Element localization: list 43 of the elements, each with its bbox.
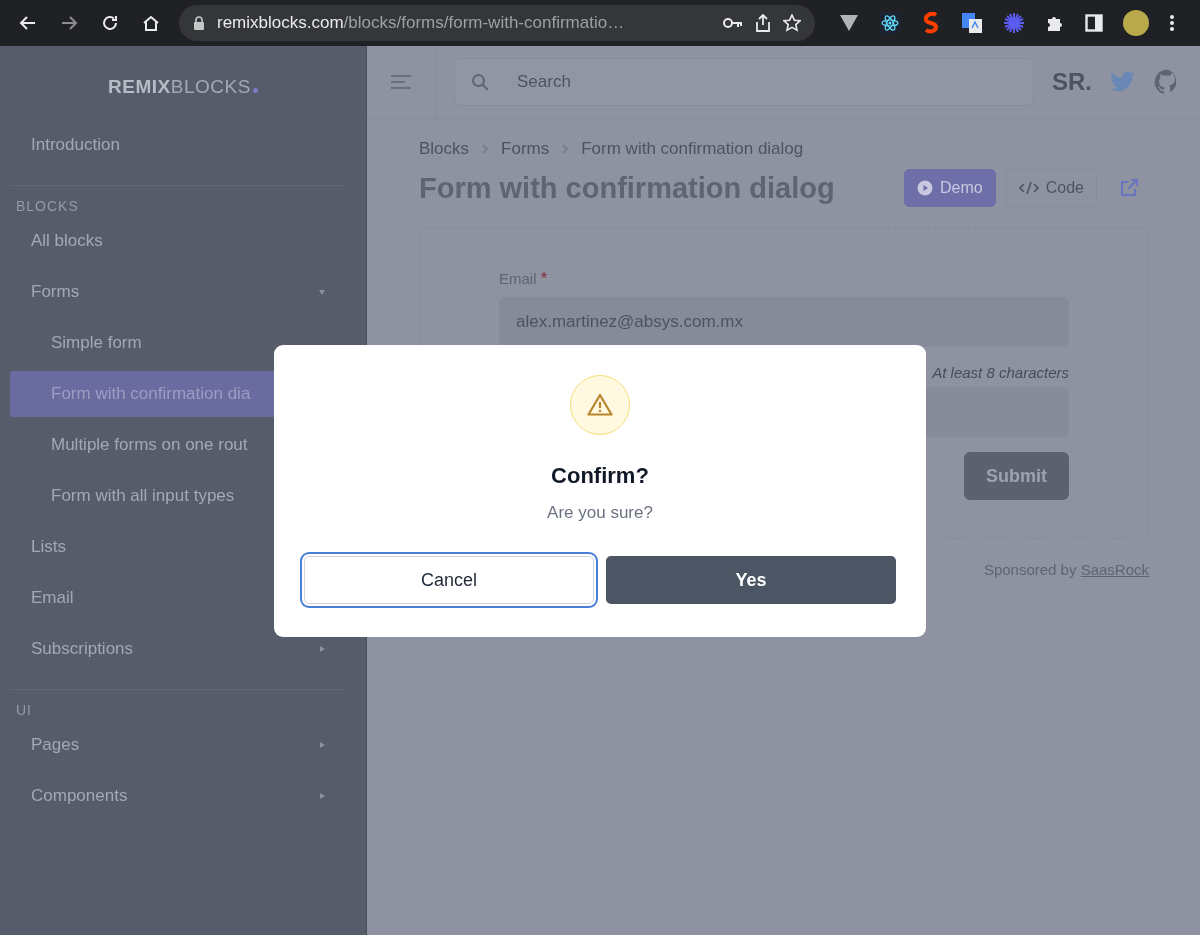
v-logo-icon[interactable] bbox=[839, 14, 859, 32]
avatar-icon[interactable] bbox=[1123, 10, 1149, 36]
section-heading: BLOCKS bbox=[15, 198, 80, 214]
breadcrumb-link[interactable]: Forms bbox=[501, 139, 550, 159]
sidebar-item[interactable]: Pages bbox=[10, 722, 356, 768]
view-tab[interactable]: Demo bbox=[904, 169, 996, 207]
sidebar-item[interactable]: Components bbox=[10, 773, 356, 819]
dialog-message: Are you sure? bbox=[547, 503, 653, 523]
submit-button[interactable]: Submit bbox=[964, 452, 1069, 500]
address-bar[interactable]: remixblocks.com/blocks/forms/form-with-confirmatio… bbox=[179, 5, 815, 41]
star-icon[interactable] bbox=[783, 14, 801, 32]
translate-icon[interactable] bbox=[961, 12, 983, 34]
brand-logo[interactable]: SR. bbox=[1052, 68, 1092, 96]
password-hint: At least 8 characters bbox=[932, 364, 1069, 381]
s-logo-icon[interactable] bbox=[921, 12, 941, 34]
search-icon bbox=[471, 73, 489, 91]
breadcrumb-link[interactable]: Blocks bbox=[419, 139, 470, 159]
share-icon[interactable] bbox=[755, 14, 771, 32]
code-icon bbox=[1018, 181, 1039, 195]
home-icon[interactable] bbox=[141, 13, 161, 33]
side-panel-icon[interactable] bbox=[1085, 14, 1103, 32]
logo[interactable]: REMIXBLOCKS bbox=[108, 76, 258, 98]
play-icon bbox=[917, 180, 934, 196]
more-icon[interactable] bbox=[1169, 14, 1175, 32]
dialog-title: Confirm? bbox=[551, 463, 649, 489]
email-field[interactable]: alex.martinez@absys.com.mx bbox=[499, 297, 1069, 347]
sidebar-item[interactable]: Introduction bbox=[10, 122, 356, 168]
confirm-button[interactable]: Yes bbox=[606, 556, 896, 604]
sidebar-item[interactable]: Subscriptions bbox=[10, 626, 356, 672]
section-heading: UI bbox=[15, 702, 33, 718]
sidebar-item[interactable]: All blocks bbox=[10, 218, 356, 264]
lock-icon bbox=[193, 16, 205, 30]
atom-icon[interactable] bbox=[879, 12, 901, 34]
view-tab[interactable]: Code bbox=[1005, 169, 1097, 207]
key-icon[interactable] bbox=[723, 17, 743, 29]
search-field[interactable]: Search bbox=[454, 58, 1034, 106]
chevron-right-icon bbox=[561, 143, 570, 155]
sunburst-icon[interactable] bbox=[1003, 12, 1025, 34]
chevron-right-icon bbox=[481, 143, 490, 155]
sidebar-item[interactable]: Forms bbox=[10, 269, 356, 315]
breadcrumb-link[interactable]: Form with confirmation dialog bbox=[581, 139, 804, 159]
reload-icon[interactable] bbox=[100, 13, 120, 33]
warning-icon bbox=[570, 375, 630, 435]
